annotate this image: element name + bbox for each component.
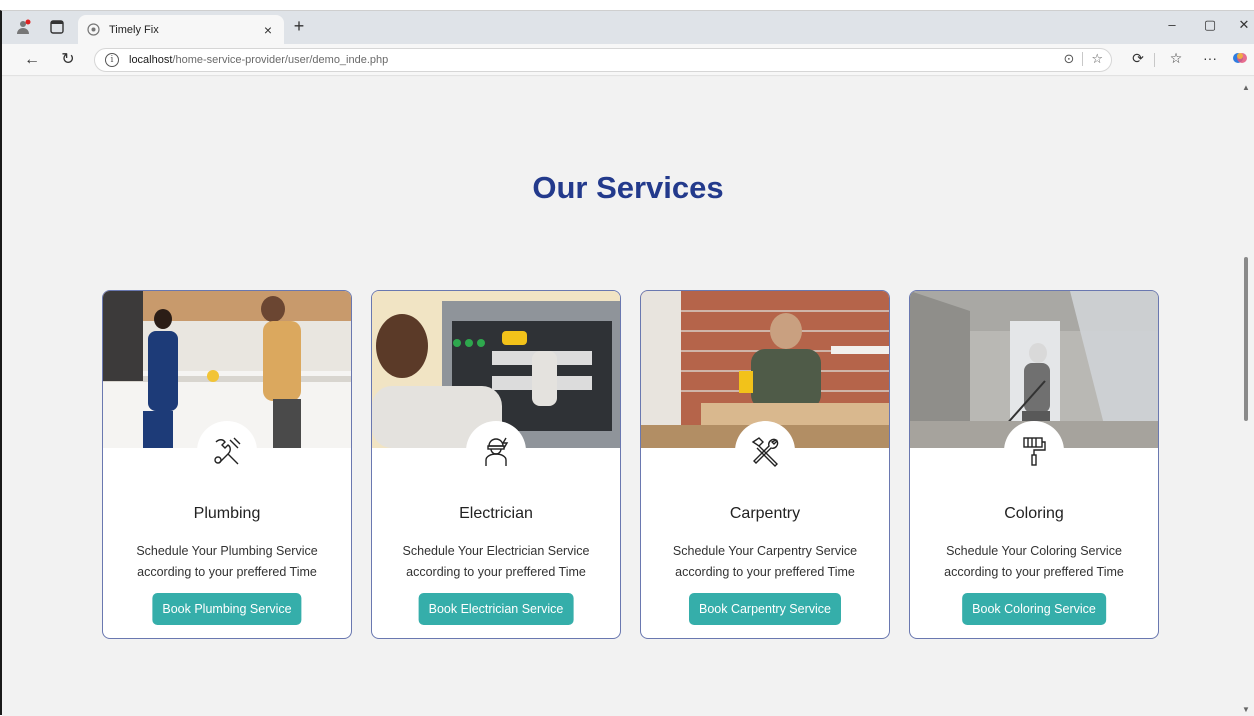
copilot-icon[interactable] bbox=[1230, 50, 1250, 69]
service-card-electrician: Electrician Schedule Your Electrician Se… bbox=[371, 290, 621, 639]
reload-icon[interactable]: ↻ bbox=[58, 50, 78, 70]
service-description: Schedule Your Electrician Service accord… bbox=[402, 544, 590, 579]
more-menu-icon[interactable]: ··· bbox=[1200, 50, 1220, 66]
url-text: localhost/home-service-provider/user/dem… bbox=[129, 54, 389, 66]
page-content: Our Services Plumbing Schedule Your Plum… bbox=[2, 77, 1238, 716]
vertical-scrollbar[interactable]: ▲ ▼ bbox=[1238, 77, 1254, 716]
back-icon[interactable]: ← bbox=[22, 50, 42, 70]
address-bar[interactable]: i localhost/home-service-provider/user/d… bbox=[94, 48, 1112, 72]
book-coloring-button[interactable]: Book Coloring Service bbox=[962, 593, 1106, 625]
service-card-carpentry: Carpentry Schedule Your Carpentry Servic… bbox=[640, 290, 890, 639]
scroll-up-icon[interactable]: ▲ bbox=[1242, 83, 1250, 92]
scroll-thumb[interactable] bbox=[1244, 257, 1248, 421]
service-description: Schedule Your Carpentry Service accordin… bbox=[672, 544, 858, 579]
browser-window: Timely Fix × + – ▢ ✕ ← ↻ i localhost/hom… bbox=[0, 10, 1254, 716]
extensions-icon[interactable]: ⟳ bbox=[1128, 50, 1148, 67]
reader-mode-icon[interactable]: ⊙ bbox=[1063, 51, 1074, 67]
tab-active[interactable]: Timely Fix × bbox=[78, 15, 284, 44]
workspaces-icon[interactable] bbox=[48, 18, 66, 36]
book-plumbing-button[interactable]: Book Plumbing Service bbox=[152, 593, 302, 625]
site-info-icon[interactable]: i bbox=[105, 53, 119, 67]
new-tab-icon[interactable]: + bbox=[289, 16, 309, 36]
service-name: Coloring bbox=[1004, 505, 1064, 522]
book-electrician-button[interactable]: Book Electrician Service bbox=[418, 593, 574, 625]
service-name: Carpentry bbox=[729, 505, 801, 522]
plumbing-tools-icon bbox=[197, 421, 257, 481]
service-card-plumbing: Plumbing Schedule Your Plumbing Service … bbox=[102, 290, 352, 639]
scroll-down-icon[interactable]: ▼ bbox=[1242, 705, 1250, 714]
minimize-icon[interactable]: – bbox=[1162, 17, 1182, 32]
service-description: Schedule Your Coloring Service according… bbox=[944, 544, 1124, 579]
service-card-coloring: Coloring Schedule Your Coloring Service … bbox=[909, 290, 1159, 639]
service-name: Plumbing bbox=[193, 505, 261, 522]
service-name: Electrician bbox=[459, 505, 533, 522]
site-favicon-icon bbox=[86, 23, 100, 37]
favorites-list-icon[interactable]: ☆ bbox=[1166, 50, 1186, 67]
restore-icon[interactable]: ▢ bbox=[1200, 17, 1220, 33]
separator bbox=[1154, 53, 1155, 67]
section-heading: Our Services bbox=[532, 170, 724, 205]
book-carpentry-button[interactable]: Book Carpentry Service bbox=[688, 593, 842, 625]
electrician-icon bbox=[466, 421, 526, 481]
hammer-wrench-icon bbox=[735, 421, 795, 481]
tab-title: Timely Fix bbox=[109, 23, 159, 36]
tab-strip: Timely Fix × + – ▢ ✕ bbox=[2, 11, 1254, 44]
paint-roller-icon bbox=[1004, 421, 1064, 481]
separator bbox=[1082, 52, 1084, 66]
window-close-icon[interactable]: ✕ bbox=[1234, 17, 1254, 33]
favorite-star-icon[interactable]: ☆ bbox=[1091, 51, 1103, 67]
tab-close-icon[interactable]: × bbox=[260, 22, 276, 38]
service-description: Schedule Your Plumbing Service according… bbox=[136, 544, 318, 579]
address-toolbar: ← ↻ i localhost/home-service-provider/us… bbox=[2, 44, 1254, 76]
profile-icon[interactable] bbox=[14, 18, 32, 36]
